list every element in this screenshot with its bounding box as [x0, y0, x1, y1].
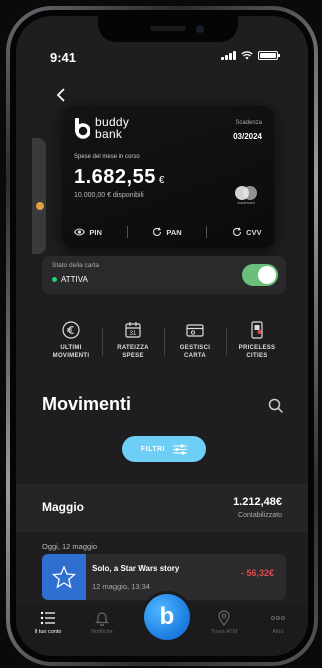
euro-cycle-icon: [62, 321, 80, 339]
divider: [206, 226, 208, 238]
sliders-icon: [173, 443, 188, 455]
cvv-button[interactable]: CVV: [232, 227, 262, 237]
mastercard-text: mastercard: [237, 201, 255, 205]
more-icon: [271, 616, 285, 620]
tab-notifiche[interactable]: Notifiche: [76, 610, 128, 635]
phone-bezel: 9:41 buddy bank Scadenza 03/2024 Spese d…: [10, 10, 314, 662]
mastercard-logo: mastercard: [232, 186, 260, 206]
quick-actions: ULTIMI MOVIMENTI 31 RATEIZZA SPESE GESTISC…: [40, 320, 288, 360]
pan-label: PAN: [166, 227, 182, 237]
tab-il-tuo-conto[interactable]: Il tuo conto: [22, 610, 74, 635]
back-button[interactable]: [56, 86, 66, 107]
available-balance: 10.000,00 € disponibili: [74, 192, 144, 199]
quick-action-ultimi-movimenti[interactable]: ULTIMI MOVIMENTI: [40, 320, 102, 360]
movements-title: Movimenti: [42, 394, 132, 414]
transaction-date: 12 maggio, 13:34: [92, 582, 150, 591]
month-total: 1.212,48€: [233, 496, 282, 508]
tab-label: Altro: [272, 629, 284, 635]
spend-amount: 1.682,55 €: [74, 166, 165, 189]
battery-icon: [258, 51, 280, 60]
phone-frame: 9:41 buddy bank Scadenza 03/2024 Spese d…: [6, 6, 318, 666]
card-settings-icon: [186, 324, 204, 337]
previous-card-peek[interactable]: [32, 138, 46, 254]
tab-altro[interactable]: Altro: [252, 610, 304, 635]
brand-line2: bank: [95, 127, 123, 141]
status-time: 9:41: [50, 50, 77, 65]
location-icon: [218, 610, 230, 626]
qa-1-line1: ULTIMI: [60, 345, 82, 351]
app-screen: 9:41 buddy bank Scadenza 03/2024 Spese d…: [16, 16, 308, 656]
card-status-value: ATTIVA: [52, 275, 88, 284]
tab-label: Notifiche: [91, 629, 113, 635]
qa-2-line2: SPESE: [122, 353, 144, 359]
quick-action-rateizza-spese[interactable]: 31 RATEIZZA SPESE: [102, 320, 164, 360]
transaction-amount: - 56,32€: [240, 568, 274, 578]
refresh-icon: [233, 227, 242, 236]
tab-label: Il tuo conto: [34, 629, 62, 635]
expiry-label: Scadenza: [235, 120, 262, 126]
qa-3-line2: CARTA: [183, 353, 207, 359]
eye-icon: [74, 228, 86, 236]
signal-icon: [221, 51, 236, 60]
search-icon[interactable]: [268, 398, 284, 414]
bell-icon: [95, 612, 109, 626]
b-logo-icon: [75, 118, 90, 139]
day-label: Oggi, 12 maggio: [42, 542, 98, 551]
card-status-panel: Stato della carta ATTIVA: [42, 256, 286, 294]
spend-currency: €: [158, 175, 165, 186]
card-status-label: Stato della carta: [52, 262, 99, 269]
spend-amount-value: 1.682,55: [74, 166, 156, 188]
list-icon: [40, 611, 55, 625]
month-summary[interactable]: Maggio 1.212,48€ Contabilizzato: [16, 484, 308, 532]
chevron-left-icon: [56, 88, 65, 102]
card-actions: PIN PAN CVV: [62, 226, 274, 238]
tab-bar: Il tuo conto Notifiche b Trova ATM Altro: [16, 594, 308, 656]
transaction-thumbnail: [42, 554, 86, 600]
pin-label: PIN: [89, 227, 102, 237]
qa-2-line1: RATEIZZA: [117, 345, 149, 351]
star-icon: [51, 565, 77, 589]
tab-trova-atm[interactable]: Trova ATM: [198, 610, 250, 635]
transaction-title: Solo, a Star Wars story: [92, 564, 180, 573]
buddy-fab-button[interactable]: b: [144, 594, 190, 640]
svg-text:31: 31: [130, 331, 137, 337]
quick-action-priceless-cities[interactable]: PRICELESS CITIES: [226, 320, 288, 360]
divider: [126, 226, 128, 238]
qa-4-line1: PRICELESS: [238, 345, 276, 351]
buddybank-logo: buddy bank: [74, 116, 129, 140]
card-status-text: ATTIVA: [61, 275, 88, 284]
qa-3-line1: GESTISCI: [179, 345, 211, 351]
tab-label: Trova ATM: [210, 629, 238, 635]
refresh-icon: [153, 227, 162, 236]
bank-card[interactable]: buddy bank Scadenza 03/2024 Spese del me…: [62, 106, 274, 248]
qa-4-line2: CITIES: [246, 353, 268, 359]
month-status: Contabilizzato: [238, 512, 282, 519]
status-icons: [221, 51, 280, 60]
filter-button[interactable]: FILTRI: [122, 436, 206, 462]
pin-button[interactable]: PIN: [74, 228, 102, 237]
expiry-value: 03/2024: [233, 132, 262, 141]
quick-action-gestisci-carta[interactable]: GESTISCI CARTA: [164, 320, 226, 360]
pan-button[interactable]: PAN: [152, 227, 182, 237]
card-status-toggle[interactable]: [242, 264, 278, 286]
phone-cities-icon: [251, 321, 263, 339]
notch: [98, 16, 238, 42]
wifi-icon: [241, 51, 253, 60]
spend-label: Spese del mese in corso: [74, 154, 140, 160]
month-name: Maggio: [42, 500, 84, 514]
calendar-icon: 31: [125, 322, 141, 338]
qa-1-line2: MOVIMENTI: [52, 353, 90, 359]
active-dot-icon: [52, 277, 57, 282]
cvv-label: CVV: [246, 227, 262, 237]
filter-label: FILTRI: [140, 445, 166, 453]
